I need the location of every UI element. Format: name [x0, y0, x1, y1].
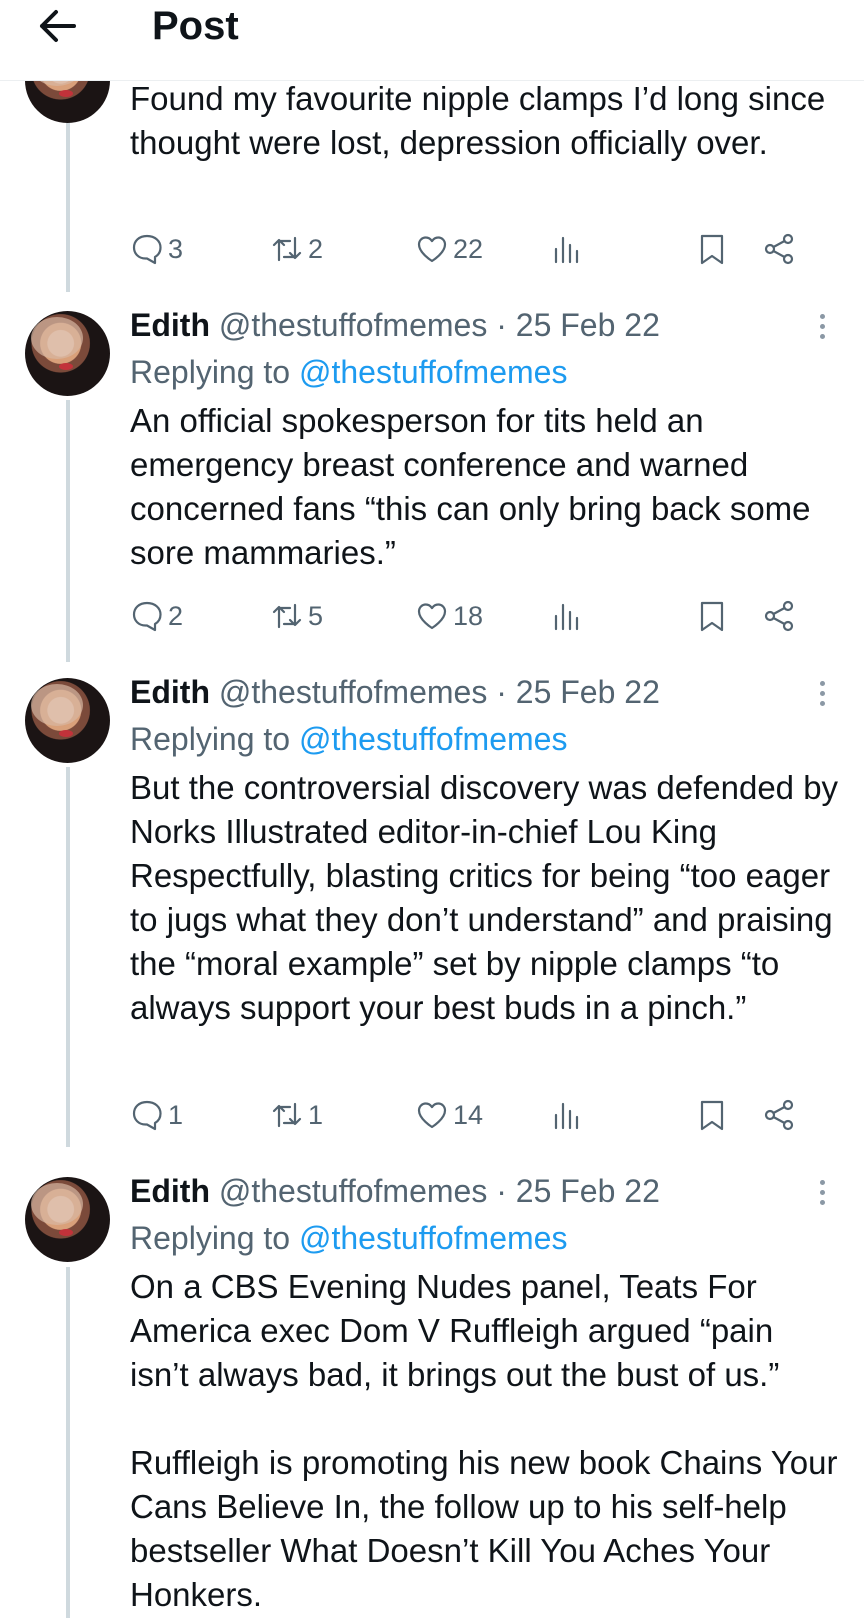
thread-connector [66, 1267, 70, 1618]
views-icon [554, 236, 579, 264]
replying-to-label: Replying to [130, 1220, 291, 1256]
author-handle[interactable]: @thestuffofmemes [219, 674, 487, 710]
tweet-text: Found my favourite nipple clamps I’d lon… [130, 80, 835, 161]
like-count: 18 [453, 600, 484, 631]
repost-icon [272, 236, 302, 262]
top-bar: Post [0, 0, 864, 81]
author-name[interactable]: Edith [130, 674, 210, 710]
tweet-actions: 2 5 18 [130, 592, 830, 640]
repost-icon [272, 1102, 302, 1128]
replying-to-link[interactable]: @thestuffofmemes [299, 1220, 567, 1256]
tweet-text: But the controversial discovery was defe… [130, 769, 848, 1026]
reply-count: 1 [168, 1099, 184, 1130]
replying-to-link[interactable]: @thestuffofmemes [299, 354, 567, 390]
replying-to: Replying to @thestuffofmemes [130, 352, 567, 392]
repost-count: 1 [308, 1099, 324, 1130]
comment-icon [132, 234, 162, 265]
author-name[interactable]: Edith [130, 1173, 210, 1209]
tweet-header: Edith @thestuffofmemes · 25 Feb 22 [130, 305, 660, 345]
repost-icon [272, 603, 302, 629]
share-button[interactable] [762, 592, 796, 640]
tweet-date[interactable]: 25 Feb 22 [516, 1173, 660, 1209]
views-button[interactable] [550, 225, 584, 273]
replying-to-label: Replying to [130, 721, 291, 757]
heart-icon [417, 236, 447, 263]
back-button[interactable] [34, 4, 84, 44]
thread-connector [66, 400, 70, 662]
repost-button[interactable]: 2 [270, 225, 323, 273]
replying-to: Replying to @thestuffofmemes [130, 1218, 567, 1258]
heart-icon [417, 1102, 447, 1129]
tweet-date[interactable]: 25 Feb 22 [516, 674, 660, 710]
author-handle[interactable]: @thestuffofmemes [219, 307, 487, 343]
reply-button[interactable]: 3 [130, 225, 183, 273]
arrow-left-icon [40, 10, 76, 42]
tweet-date[interactable]: 25 Feb 22 [516, 307, 660, 343]
comment-icon [132, 601, 162, 632]
like-button[interactable]: 22 [415, 225, 483, 273]
page-title: Post [152, 4, 239, 48]
more-icon [810, 681, 834, 706]
bookmark-icon [700, 234, 724, 265]
tweet-header: Edith @thestuffofmemes · 25 Feb 22 [130, 1171, 660, 1211]
views-icon [554, 1102, 579, 1130]
bookmark-button[interactable] [695, 592, 729, 640]
comment-icon [132, 1100, 162, 1131]
thread-connector [66, 767, 70, 1147]
more-options-button[interactable] [810, 676, 834, 710]
avatar[interactable] [25, 311, 110, 396]
replying-to-label: Replying to [130, 354, 291, 390]
reply-count: 3 [168, 233, 184, 264]
repost-button[interactable]: 5 [270, 592, 323, 640]
bookmark-icon [700, 601, 724, 632]
views-button[interactable] [550, 592, 584, 640]
more-options-button[interactable] [810, 1175, 834, 1209]
like-count: 14 [453, 1099, 484, 1130]
tweet-actions: 1 1 14 [130, 1091, 830, 1139]
tweet-actions: 3 2 22 [130, 225, 830, 273]
share-button[interactable] [762, 1091, 796, 1139]
reply-button[interactable]: 2 [130, 592, 183, 640]
views-button[interactable] [550, 1091, 584, 1139]
separator-dot: · [496, 674, 507, 710]
author-name[interactable]: Edith [130, 307, 210, 343]
replying-to: Replying to @thestuffofmemes [130, 719, 567, 759]
tweet-text: An official spokesperson for tits held a… [130, 402, 820, 571]
share-icon [764, 233, 794, 265]
tweet-text: On a CBS Evening Nudes panel, Teats For … [130, 1268, 838, 1613]
avatar[interactable] [25, 678, 110, 763]
views-icon [554, 603, 579, 631]
separator-dot: · [496, 307, 507, 343]
bookmark-button[interactable] [695, 225, 729, 273]
tweet-header: Edith @thestuffofmemes · 25 Feb 22 [130, 672, 660, 712]
repost-count: 5 [308, 600, 324, 631]
repost-button[interactable]: 1 [270, 1091, 323, 1139]
reply-count: 2 [168, 600, 184, 631]
like-button[interactable]: 18 [415, 592, 483, 640]
more-icon [810, 314, 834, 339]
share-icon [764, 600, 794, 632]
separator-dot: · [496, 1173, 507, 1209]
like-count: 22 [453, 233, 484, 264]
bookmark-icon [700, 1100, 724, 1131]
reply-button[interactable]: 1 [130, 1091, 183, 1139]
bookmark-button[interactable] [695, 1091, 729, 1139]
author-handle[interactable]: @thestuffofmemes [219, 1173, 487, 1209]
replying-to-link[interactable]: @thestuffofmemes [299, 721, 567, 757]
share-icon [764, 1099, 794, 1131]
share-button[interactable] [762, 225, 796, 273]
more-icon [810, 1180, 834, 1205]
heart-icon [417, 603, 447, 630]
avatar[interactable] [25, 1177, 110, 1262]
more-options-button[interactable] [810, 309, 834, 343]
repost-count: 2 [308, 233, 324, 264]
like-button[interactable]: 14 [415, 1091, 483, 1139]
